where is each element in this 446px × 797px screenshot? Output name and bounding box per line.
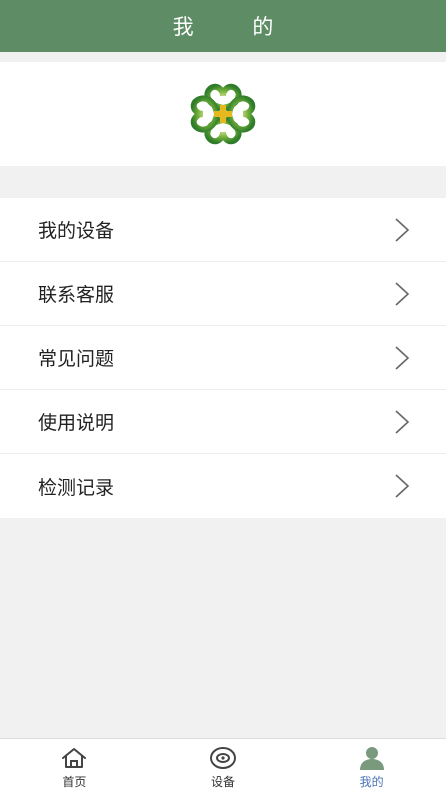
tab-mine[interactable]: 我的 [297, 739, 446, 797]
chevron-right-icon [395, 281, 410, 306]
person-icon [359, 747, 384, 770]
menu-item-my-devices[interactable]: 我的设备 [0, 198, 446, 262]
menu-item-label: 检测记录 [38, 476, 115, 499]
chevron-right-icon [395, 474, 410, 498]
clover-logo-icon [190, 83, 256, 145]
eye-device-icon [210, 747, 236, 769]
chevron-right-icon [395, 409, 410, 434]
header-bar: 我 的 [0, 0, 446, 52]
tab-label: 我的 [359, 775, 384, 789]
chevron-right-icon [395, 345, 410, 370]
tab-home[interactable]: 首页 [0, 739, 149, 797]
tab-label: 设备 [211, 775, 236, 789]
menu-item-label: 联系客服 [38, 284, 115, 306]
menu-item-label: 常见问题 [38, 348, 115, 370]
home-icon [62, 748, 87, 768]
bottom-tab-bar: 首页 设备 我的 [0, 738, 446, 797]
logo-banner [0, 62, 446, 166]
menu-item-instructions[interactable]: 使用说明 [0, 390, 446, 454]
tab-devices[interactable]: 设备 [149, 739, 298, 797]
chevron-right-icon [395, 217, 410, 242]
page-title: 我 的 [172, 15, 300, 39]
menu-item-contact-service[interactable]: 联系客服 [0, 262, 446, 326]
menu-item-faq[interactable]: 常见问题 [0, 326, 446, 390]
tab-label: 首页 [62, 775, 87, 789]
menu-item-label: 使用说明 [38, 412, 115, 434]
settings-menu: 我的设备 联系客服 常见问题 使用说明 检测记录 [0, 198, 446, 518]
menu-item-test-records[interactable]: 检测记录 [0, 454, 446, 518]
menu-item-label: 我的设备 [38, 220, 115, 242]
